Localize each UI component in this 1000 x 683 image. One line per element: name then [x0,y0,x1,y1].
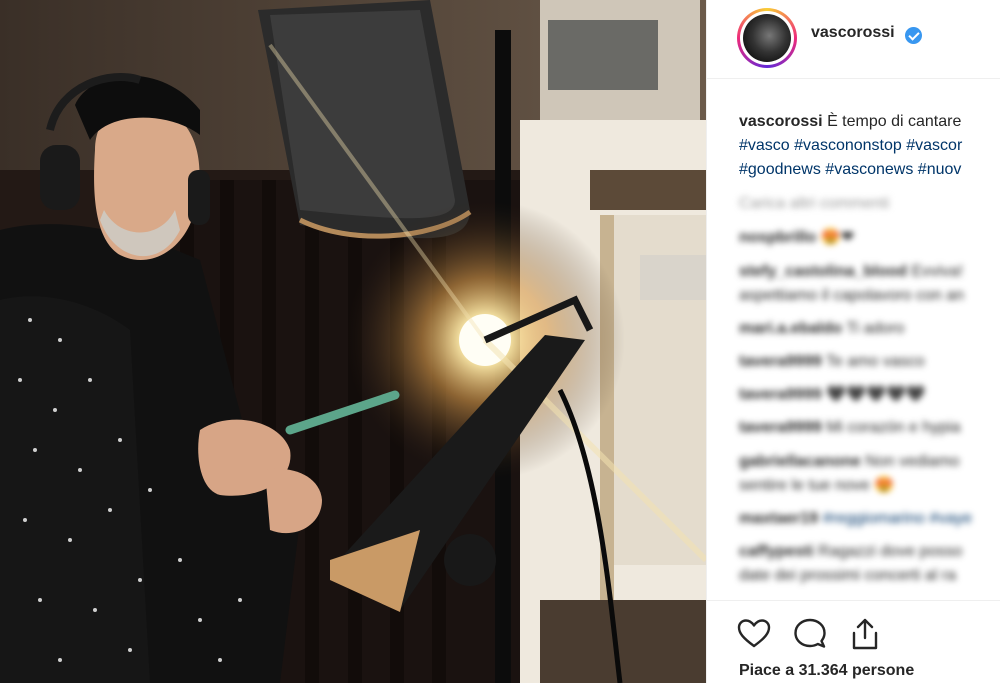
comment-text: 🖤🖤🖤🖤🖤 [826,386,926,403]
comment-text-continued: sentire le tue nove 😍 [739,477,895,494]
hashtag-link[interactable]: #nuov [918,161,962,178]
comment-username[interactable]: mari.a.ebaldo [739,320,842,337]
comment-text: Non vediamo [865,453,960,470]
load-more-comments-link[interactable]: Carica altri commenti [739,192,1000,216]
post-header: vascorossi [707,0,1000,79]
comment-username[interactable]: tavera9999 [739,353,822,370]
comment-item: caffypesti Ragazzi dove posso date dei p… [739,540,1000,588]
comment-text: Ragazzi dove posso [818,543,963,560]
heart-icon[interactable] [737,617,771,651]
hashtag-link[interactable]: #vasco [739,137,790,154]
comment-username[interactable]: tavera9999 [739,419,822,436]
comment-item: tavera9999 Te amo vasco [739,350,1000,374]
comment-item: maxtaer19 #reggiomarino #vaye [739,507,1000,531]
avatar[interactable] [737,8,797,68]
comment-item: tavera9999 🖤🖤🖤🖤🖤 [739,383,1000,407]
comment-text[interactable]: #reggiomarino #vaye [823,510,972,527]
comment-item: gabriellacanone Non vediamo sentire le t… [739,450,1000,498]
share-icon[interactable] [848,617,882,651]
post-caption: vascorossi È tempo di cantare #vasco #va… [739,110,1000,182]
hashtag-link[interactable]: #vascor [906,137,962,154]
comment-item: mari.a.ebaldo Ti adoro [739,317,1000,341]
comment-text: Evviva! [911,263,964,280]
comment-username[interactable]: tavera9999 [739,386,822,403]
caption-text: È tempo di cantare [827,113,962,130]
comment-text: 😍❤ [820,229,855,246]
hashtag-link[interactable]: #vascononstop [794,137,902,154]
comment-icon[interactable] [793,617,827,651]
likes-count[interactable]: Piace a 31.364 persone [739,662,914,680]
comment-text: Ti adoro [846,320,905,337]
post-photo[interactable] [0,0,706,683]
comment-username[interactable]: nospbrillo [739,229,816,246]
comment-username[interactable]: gabriellacanone [739,453,861,470]
post-sidebar: vascorossi vascorossi È tempo di cantare… [706,0,1000,683]
comment-username[interactable]: stefy_castolina_blood [739,263,907,280]
comment-username[interactable]: maxtaer19 [739,510,818,527]
comment-item: stefy_castolina_blood Evviva! aspettiamo… [739,260,1000,308]
verified-badge-icon [905,27,922,44]
comment-text: Mi corazón e hypia [826,419,961,436]
hashtag-link[interactable]: #goodnews [739,161,821,178]
comment-text: Te amo vasco [825,353,925,370]
comment-text-continued: aspettiamo il capolavoro con an [739,287,965,304]
avatar-image [743,14,791,62]
comment-item: nospbrillo 😍❤ [739,226,1000,250]
comment-item: tavera9999 Mi corazón e hypia [739,416,1000,440]
username-link[interactable]: vascorossi [811,24,895,42]
comment-username[interactable]: caffypesti [739,543,814,560]
caption-username[interactable]: vascorossi [739,113,823,130]
hashtag-link[interactable]: #vasconews [825,161,913,178]
comment-text-continued: date dei prossimi concerti al ra [739,567,956,584]
studio-photo [0,0,706,683]
